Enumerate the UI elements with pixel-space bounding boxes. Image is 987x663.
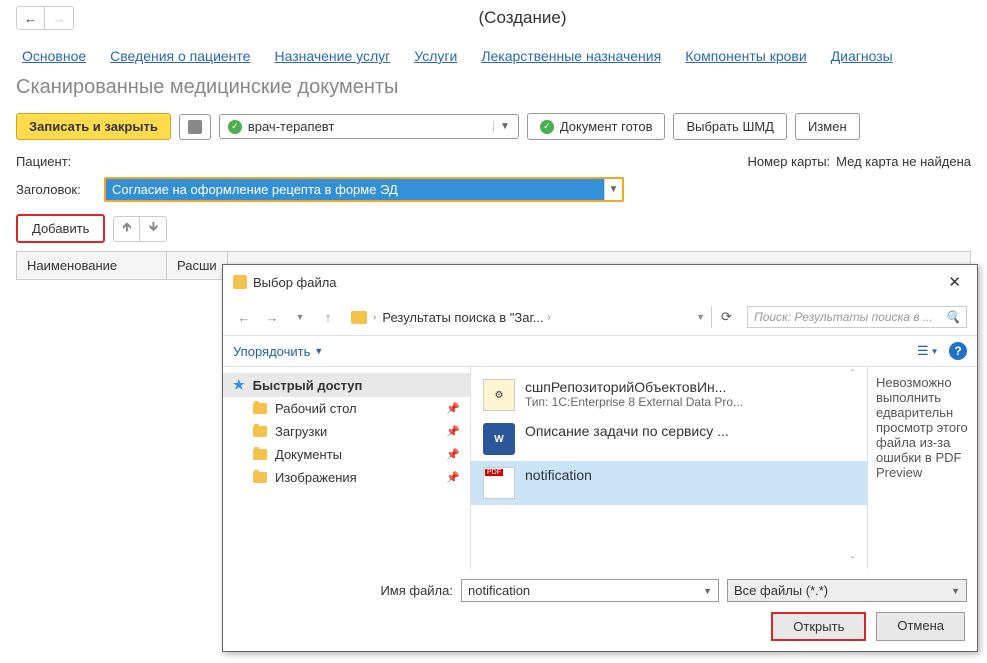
nav-back-button[interactable]: ← [17,7,45,29]
title-input-value[interactable]: Согласие на оформление рецепта в форме Э… [106,179,604,200]
move-up-button[interactable]: 🡹 [114,217,140,241]
section-subtitle: Сканированные медицинские документы [0,72,987,109]
card-value: Мед карта не найдена [836,154,971,169]
star-icon: ★ [233,377,245,393]
file-item[interactable]: W Описание задачи по сервису ... [471,417,867,461]
tree-desktop[interactable]: Рабочий стол 📌 [223,397,470,420]
change-button[interactable]: Измен [795,113,860,140]
patient-label: Пациент: [16,154,96,169]
pin-icon: 📌 [446,425,460,438]
tabs-bar: Основное Сведения о пациенте Назначение … [0,36,987,72]
chevron-down-icon: ▼ [493,121,510,132]
filename-label: Имя файла: [233,583,453,598]
refresh-button[interactable]: ⟳ [711,306,735,328]
tab-drugs[interactable]: Лекарственные назначения [481,48,661,64]
nav-arrows: ← → [16,6,74,30]
tree-quick-access[interactable]: ★ Быстрый доступ [223,373,470,397]
save-close-button[interactable]: Записать и закрыть [16,113,171,140]
pin-icon: 📌 [446,448,460,461]
view-mode-button[interactable]: ☰ ▼ [917,342,941,360]
folder-icon [253,403,267,414]
search-input[interactable]: Поиск: Результаты поиска в ... 🔍 [747,306,967,328]
col-name: Наименование [17,252,167,279]
dlg-forward-button[interactable]: → [261,306,283,328]
pin-icon: 📌 [446,471,460,484]
folder-icon [253,472,267,483]
path-dropdown-icon[interactable]: ▼ [696,312,705,322]
file-dialog: Выбор файла ✕ ← → ▼ ↑ › Результаты поиск… [222,264,978,652]
file-pdf-icon: PDF [483,467,515,499]
title-dropdown[interactable]: Согласие на оформление рецепта в форме Э… [104,177,624,202]
page-title: (Создание) [74,8,971,28]
tab-diagnoses[interactable]: Диагнозы [831,48,893,64]
open-button[interactable]: Открыть [771,612,866,641]
cancel-button[interactable]: Отмена [876,612,965,641]
folder-icon [351,311,367,324]
card-label: Номер карты: [747,154,830,169]
file-word-icon: W [483,423,515,455]
help-button[interactable]: ? [949,342,967,360]
search-icon: 🔍 [945,310,960,324]
pin-icon: 📌 [446,402,460,415]
nav-tree: ★ Быстрый доступ Рабочий стол 📌 Загрузки… [223,367,471,569]
path-text: Результаты поиска в "Заг... [382,310,543,325]
dialog-title-text: Выбор файла [253,275,337,290]
tab-services-assign[interactable]: Назначение услуг [274,48,390,64]
tab-blood[interactable]: Компоненты крови [685,48,807,64]
organize-button[interactable]: Упорядочить ▼ [233,344,323,359]
file-1c-icon: ⚙ [483,379,515,411]
dlg-recent-button[interactable]: ▼ [289,306,311,328]
check-icon: ✓ [540,120,554,134]
tree-downloads[interactable]: Загрузки 📌 [223,420,470,443]
close-button[interactable]: ✕ [942,271,967,293]
file-item[interactable]: ⚙ сшпРепозиторийОбъектовИн... Тип: 1C:En… [471,373,867,417]
role-value: врач-терапевт [248,119,487,134]
scrollbar[interactable]: ˆˇ [851,367,865,569]
file-list: ⚙ сшпРепозиторийОбъектовИн... Тип: 1C:En… [471,367,867,569]
file-filter-select[interactable]: Все файлы (*.*) ▼ [727,579,967,602]
dlg-back-button[interactable]: ← [233,306,255,328]
chevron-down-icon: ▼ [951,586,960,596]
app-1c-icon [233,275,247,289]
title-label: Заголовок: [16,182,96,197]
chevron-down-icon: ▼ [314,346,323,356]
save-button[interactable] [179,114,211,140]
tree-pictures[interactable]: Изображения 📌 [223,466,470,489]
nav-forward-button[interactable]: → [45,7,73,29]
role-dropdown[interactable]: ✓ врач-терапевт ▼ [219,114,519,139]
filename-input[interactable]: notification ▼ [461,579,719,602]
check-icon: ✓ [228,120,242,134]
disk-icon [188,120,202,134]
tab-main[interactable]: Основное [22,48,86,64]
path-bar[interactable]: › Результаты поиска в "Заг... › ▼ ⟳ [345,303,741,331]
choose-shmd-button[interactable]: Выбрать ШМД [673,113,787,140]
chevron-down-icon[interactable]: ▼ [604,179,622,200]
preview-pane: Невозможно выполнить едварительн просмот… [867,367,977,569]
col-ext: Расши [167,252,228,279]
dlg-up-button[interactable]: ↑ [317,306,339,328]
chevron-right-icon: › [547,312,550,323]
chevron-down-icon[interactable]: ▼ [703,586,712,596]
tree-documents[interactable]: Документы 📌 [223,443,470,466]
doc-ready-button[interactable]: ✓ Документ готов [527,113,666,140]
folder-icon [253,449,267,460]
file-item[interactable]: PDF notification [471,461,867,505]
tab-services[interactable]: Услуги [414,48,457,64]
chevron-right-icon: › [373,312,376,323]
folder-icon [253,426,267,437]
add-button[interactable]: Добавить [16,214,105,243]
tab-patient-info[interactable]: Сведения о пациенте [110,48,250,64]
move-down-button[interactable]: 🡻 [140,217,166,241]
